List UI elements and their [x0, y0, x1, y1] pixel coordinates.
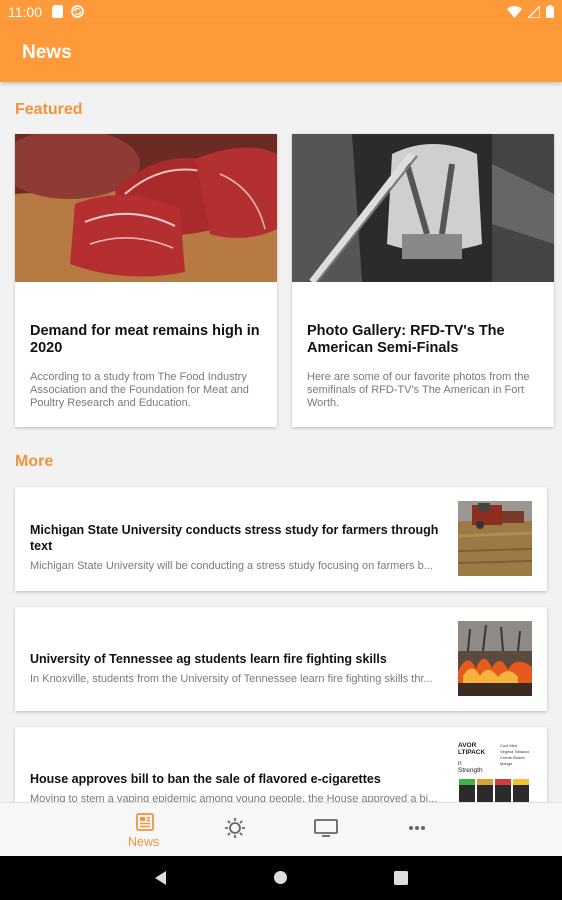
thumb-flavor-pack: AVOR LTIPACK n Strength Cool Mint Virgin… — [458, 741, 532, 802]
wifi-icon — [507, 5, 522, 18]
nav-more[interactable] — [406, 813, 446, 853]
back-icon[interactable] — [153, 870, 167, 886]
more-card-michigan[interactable]: Michigan State University conducts stres… — [15, 487, 547, 591]
featured-heading: Featured — [15, 101, 83, 118]
tv-icon — [314, 819, 338, 837]
newspaper-icon — [136, 813, 154, 831]
system-navigation-bar — [0, 856, 562, 900]
more-title: University of Tennessee ag students lear… — [30, 652, 387, 666]
more-description: Moving to stem a vaping epidemic among y… — [30, 793, 438, 802]
sync-icon — [71, 5, 84, 18]
news-feed[interactable]: Featured Demand for meat remains high in… — [0, 82, 562, 802]
app-title: News — [22, 42, 72, 63]
status-bar: 11:00 — [0, 0, 562, 24]
home-icon[interactable] — [273, 870, 288, 885]
thumb-fire — [458, 621, 532, 696]
more-icon — [409, 826, 425, 830]
nav-weather[interactable] — [222, 813, 262, 853]
recents-icon[interactable] — [394, 871, 408, 885]
sun-icon — [225, 818, 245, 838]
app-bar: News — [0, 24, 562, 82]
featured-title: Photo Gallery: RFD-TV's The American Sem… — [307, 323, 505, 356]
battery-icon — [546, 5, 554, 18]
featured-title: Demand for meat remains high in 2020 — [30, 323, 260, 356]
more-description: Michigan State University will be conduc… — [30, 560, 433, 572]
sd-card-icon — [52, 5, 63, 18]
thumb-harvester — [458, 501, 532, 576]
featured-card-gallery[interactable]: Photo Gallery: RFD-TV's The American Sem… — [292, 134, 554, 427]
featured-card-meat[interactable]: Demand for meat remains high in 2020 Acc… — [15, 134, 277, 427]
bottom-navigation: News — [0, 802, 562, 856]
more-description: In Knoxville, students from the Universi… — [30, 673, 433, 685]
more-card-ecigarettes[interactable]: House approves bill to ban the sale of f… — [15, 727, 547, 802]
signal-icon — [528, 5, 540, 18]
featured-image-rodeo — [292, 134, 554, 282]
nav-news-label: News — [128, 835, 160, 849]
featured-description: Here are some of our favorite photos fro… — [307, 371, 530, 409]
more-title: Michigan State University conducts stres… — [30, 523, 439, 553]
status-time: 11:00 — [8, 4, 42, 20]
nav-tv[interactable] — [314, 813, 354, 853]
more-card-tennessee[interactable]: University of Tennessee ag students lear… — [15, 607, 547, 711]
featured-image-meat — [15, 134, 277, 282]
more-title: House approves bill to ban the sale of f… — [30, 772, 381, 786]
more-heading: More — [15, 453, 54, 470]
featured-description: According to a study from The Food Indus… — [30, 371, 249, 409]
